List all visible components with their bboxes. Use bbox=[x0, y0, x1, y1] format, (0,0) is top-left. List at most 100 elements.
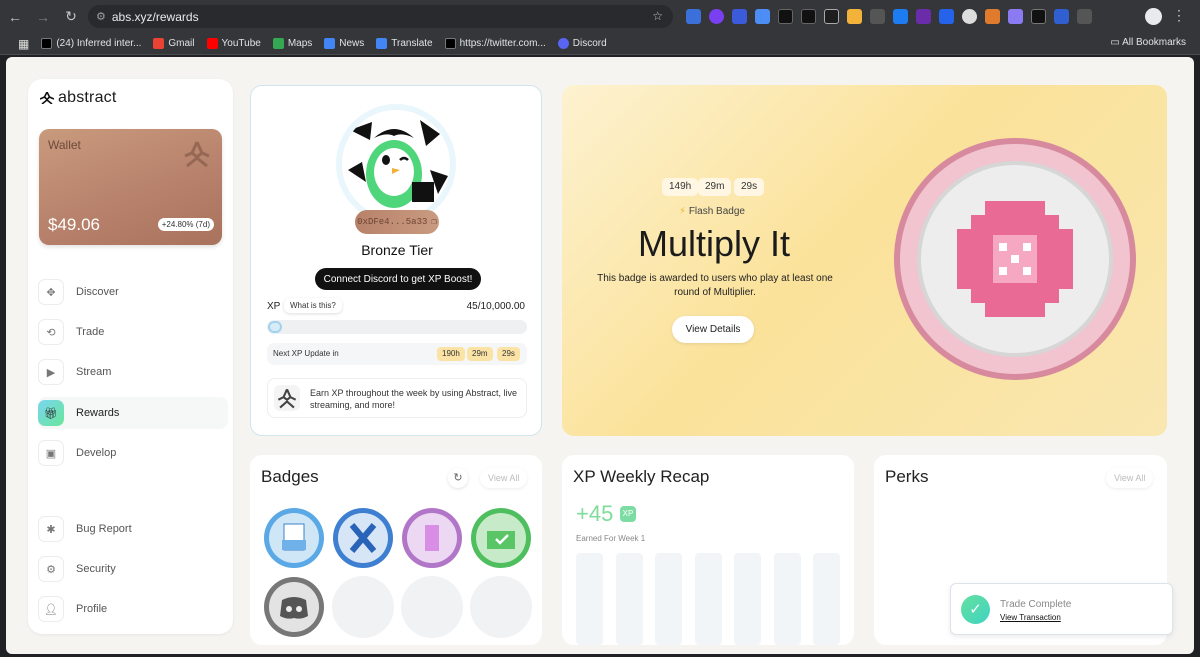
extension-icon[interactable] bbox=[778, 9, 793, 24]
recap-day-bar bbox=[734, 553, 761, 645]
xp-progress-fill bbox=[268, 321, 282, 333]
checkmark-icon: ✓ bbox=[961, 595, 990, 624]
extension-icon[interactable] bbox=[985, 9, 1000, 24]
abstract-logo[interactable]: abstract bbox=[40, 89, 117, 107]
sidebar-item-security[interactable]: ⚙ Security bbox=[38, 553, 228, 585]
extension-icon[interactable] bbox=[1054, 9, 1069, 24]
sidebar-item-rewards[interactable]: 🎁︎ Rewards bbox=[38, 397, 228, 429]
badge-empty-slot bbox=[470, 576, 532, 638]
wallet-change-badge: +24.80% (7d) bbox=[157, 218, 214, 231]
bookmark-item[interactable]: Maps bbox=[272, 38, 312, 49]
extension-icon[interactable] bbox=[847, 9, 862, 24]
sidebar-item-trade[interactable]: ⟲ Trade bbox=[38, 316, 228, 348]
bookmark-item[interactable]: Discord bbox=[557, 38, 607, 49]
badge-item[interactable] bbox=[332, 507, 394, 569]
bookmark-star-icon[interactable]: ☆ bbox=[652, 9, 663, 23]
extension-icon[interactable] bbox=[686, 9, 701, 24]
bookmark-item[interactable]: Translate bbox=[376, 38, 433, 49]
sidebar-item-discover[interactable]: ✥ Discover bbox=[38, 276, 228, 308]
bookmark-label: Discord bbox=[572, 38, 607, 49]
maps-icon bbox=[272, 38, 284, 49]
browser-menu-icon[interactable]: ⋮ bbox=[1172, 7, 1186, 24]
bookmark-item[interactable]: Gmail bbox=[153, 38, 195, 49]
reload-icon[interactable]: ↻ bbox=[58, 8, 84, 25]
extension-icon[interactable] bbox=[962, 9, 977, 24]
xp-help-tooltip[interactable]: What is this? bbox=[284, 298, 342, 313]
badge-item[interactable] bbox=[401, 507, 463, 569]
connect-discord-button[interactable]: Connect Discord to get XP Boost! bbox=[315, 268, 481, 290]
view-transaction-link[interactable]: View Transaction bbox=[1000, 613, 1061, 622]
bookmark-item[interactable]: News bbox=[324, 38, 364, 49]
bookmark-label: https://twitter.com... bbox=[459, 38, 546, 49]
flash-badge-label: ⚡︎ Flash Badge bbox=[679, 206, 745, 217]
extension-icon[interactable] bbox=[824, 9, 839, 24]
badges-view-all-button[interactable]: View All bbox=[480, 468, 528, 488]
x-logo-icon bbox=[444, 38, 456, 49]
folder-icon: ▭ bbox=[1110, 37, 1123, 48]
wallet-address-pill[interactable]: 0xDFe4...5a33 ❐ bbox=[355, 210, 439, 234]
sidebar-item-stream[interactable]: ▶ Stream bbox=[38, 356, 228, 388]
extension-icon[interactable] bbox=[1008, 9, 1023, 24]
badge-item[interactable] bbox=[263, 507, 325, 569]
extension-icon[interactable] bbox=[870, 9, 885, 24]
view-details-button[interactable]: View Details bbox=[672, 316, 754, 343]
xp-label: XP bbox=[267, 301, 281, 312]
sidebar-item-label: Profile bbox=[76, 603, 108, 615]
sidebar-item-label: Develop bbox=[76, 447, 117, 459]
extension-icon[interactable] bbox=[893, 9, 908, 24]
bookmark-item[interactable]: https://twitter.com... bbox=[444, 38, 546, 49]
bookmark-label: (24) Inferred inter... bbox=[56, 38, 142, 49]
gmail-icon bbox=[153, 38, 165, 49]
sidebar-item-label: Security bbox=[76, 563, 116, 575]
penguin-avatar-icon bbox=[342, 110, 450, 218]
flash-timer-minutes: 29m bbox=[698, 178, 732, 196]
refresh-icon[interactable]: ↻ bbox=[448, 468, 468, 488]
avatar bbox=[342, 110, 450, 218]
bookmark-item[interactable]: YouTube bbox=[206, 38, 261, 49]
earn-xp-info: Earn XP throughout the week by using Abs… bbox=[267, 378, 527, 418]
extension-icon[interactable] bbox=[755, 9, 770, 24]
copy-icon[interactable]: ❐ bbox=[431, 217, 436, 227]
all-bookmarks-label: All Bookmarks bbox=[1122, 37, 1186, 48]
flash-timer-hours: 149h bbox=[662, 178, 699, 196]
extension-icon[interactable] bbox=[732, 9, 747, 24]
all-bookmarks[interactable]: ▭ All Bookmarks bbox=[1110, 37, 1186, 48]
extension-icon[interactable] bbox=[916, 9, 931, 24]
abstract-mark-icon bbox=[184, 141, 210, 168]
extension-icon[interactable] bbox=[1031, 9, 1046, 24]
extensions-row bbox=[686, 9, 1092, 25]
translate-icon bbox=[376, 38, 388, 49]
site-info-icon[interactable]: ⚙ bbox=[96, 10, 106, 23]
apps-icon[interactable]: ▦ bbox=[18, 37, 29, 51]
bookmark-label: Gmail bbox=[168, 38, 195, 49]
extension-icon[interactable] bbox=[801, 9, 816, 24]
badge-item[interactable] bbox=[263, 576, 325, 638]
extension-icon[interactable] bbox=[939, 9, 954, 24]
logo-text: abstract bbox=[58, 89, 117, 106]
bookmark-item[interactable]: (24) Inferred inter... bbox=[41, 38, 141, 49]
abstract-mark-icon bbox=[274, 385, 300, 411]
sidebar: abstract Wallet $49.06 +24.80% (7d) ✥ Di… bbox=[28, 79, 233, 634]
back-icon[interactable]: ← bbox=[2, 9, 28, 25]
tier-label: Bronze Tier bbox=[361, 242, 433, 258]
sidebar-item-label: Stream bbox=[76, 366, 112, 378]
sidebar-item-develop[interactable]: ▣ Develop bbox=[38, 437, 228, 469]
user-icon: 👤︎ bbox=[38, 596, 64, 622]
xp-progress-bar bbox=[267, 320, 527, 334]
address-bar[interactable]: ⚙ abs.xyz/rewards ☆ bbox=[88, 5, 673, 28]
profile-avatar-icon[interactable] bbox=[1145, 8, 1162, 25]
play-icon: ▶ bbox=[38, 359, 64, 385]
forward-icon[interactable]: → bbox=[30, 9, 56, 25]
bookmark-label: News bbox=[339, 38, 365, 49]
toast-title: Trade Complete bbox=[1000, 599, 1072, 610]
extensions-puzzle-icon[interactable] bbox=[1077, 9, 1092, 24]
sidebar-item-profile[interactable]: 👤︎ Profile bbox=[38, 593, 228, 625]
perks-title: Perks bbox=[885, 467, 929, 486]
bookmark-label: YouTube bbox=[221, 38, 261, 49]
wallet-card[interactable]: Wallet $49.06 +24.80% (7d) bbox=[39, 129, 222, 245]
perks-view-all-button[interactable]: View All bbox=[1106, 468, 1154, 488]
badge-item[interactable] bbox=[470, 507, 532, 569]
extension-icon[interactable] bbox=[709, 9, 724, 24]
sidebar-item-label: Discover bbox=[76, 286, 119, 298]
sidebar-item-bug-report[interactable]: ✱ Bug Report bbox=[38, 513, 228, 545]
